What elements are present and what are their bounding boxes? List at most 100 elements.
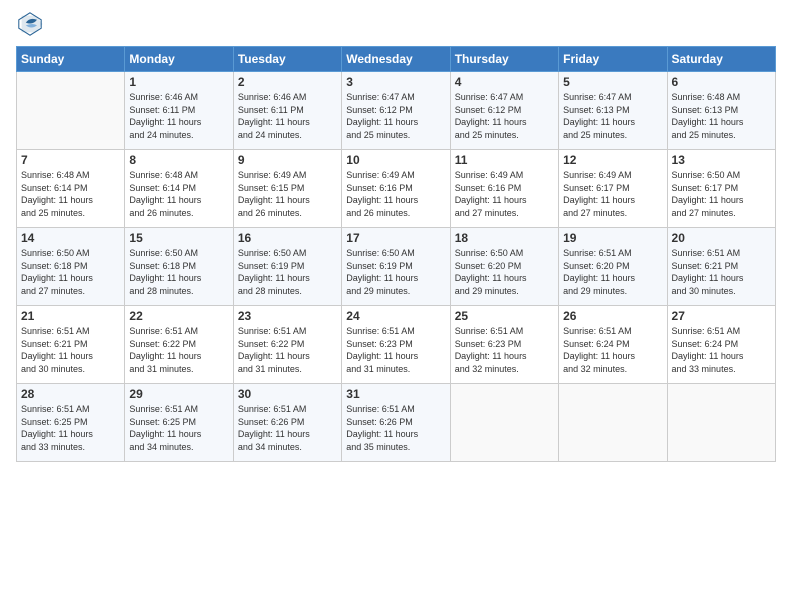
calendar-cell: 15Sunrise: 6:50 AM Sunset: 6:18 PM Dayli… — [125, 228, 233, 306]
day-info: Sunrise: 6:51 AM Sunset: 6:24 PM Dayligh… — [563, 325, 662, 375]
calendar-cell: 29 Sunrise: 6:51 AM Sunset: 6:25 PM Dayli… — [125, 384, 233, 462]
calendar-cell: 19 Sunrise: 6:51 AM Sunset: 6:20 PM Dayli… — [559, 228, 667, 306]
day-info: Sunrise: 6:47 AM Sunset: 6:13 PM Dayligh… — [563, 91, 662, 141]
day-info: Sunrise: 6:46 AM Sunset: 6:11 PM Dayligh… — [238, 91, 337, 141]
day-info: Sunrise: 6:49 AM Sunset: 6:16 PM Dayligh… — [346, 169, 445, 219]
header-thursday: Thursday — [450, 47, 558, 72]
day-number: 24 — [346, 309, 445, 323]
day-info: Sunrise: 6:50 AM Sunset: 6:20 PM Dayligh… — [455, 247, 554, 297]
day-info: Sunrise: 6:47 AM Sunset: 6:12 PM Dayligh… — [455, 91, 554, 141]
calendar-cell: 7 Sunrise: 6:48 AM Sunset: 6:14 PM Daylig… — [17, 150, 125, 228]
calendar-cell: 27 Sunrise: 6:51 AM Sunset: 6:24 PM Dayli… — [667, 306, 775, 384]
day-info: Sunrise: 6:51 AM Sunset: 6:21 PM Dayligh… — [21, 325, 120, 375]
day-info: Sunrise: 6:51 AM Sunset: 6:23 PM Dayligh… — [346, 325, 445, 375]
calendar-cell: 1 Sunrise: 6:46 AM Sunset: 6:11 PM Daylig… — [125, 72, 233, 150]
header-row: SundayMondayTuesdayWednesdayThursdayFrid… — [17, 47, 776, 72]
calendar-cell: 4 Sunrise: 6:47 AM Sunset: 6:12 PM Daylig… — [450, 72, 558, 150]
day-number: 25 — [455, 309, 554, 323]
header-saturday: Saturday — [667, 47, 775, 72]
day-number: 31 — [346, 387, 445, 401]
week-row-4: 28Sunrise: 6:51 AM Sunset: 6:25 PM Dayli… — [17, 384, 776, 462]
week-row-1: 7 Sunrise: 6:48 AM Sunset: 6:14 PM Daylig… — [17, 150, 776, 228]
day-number: 22 — [129, 309, 228, 323]
week-row-0: 1 Sunrise: 6:46 AM Sunset: 6:11 PM Daylig… — [17, 72, 776, 150]
week-row-3: 21Sunrise: 6:51 AM Sunset: 6:21 PM Dayli… — [17, 306, 776, 384]
calendar-cell: 8 Sunrise: 6:48 AM Sunset: 6:14 PM Daylig… — [125, 150, 233, 228]
logo-area — [16, 10, 46, 38]
day-info: Sunrise: 6:51 AM Sunset: 6:25 PM Dayligh… — [129, 403, 228, 453]
calendar-cell: 25 Sunrise: 6:51 AM Sunset: 6:23 PM Dayli… — [450, 306, 558, 384]
day-info: Sunrise: 6:46 AM Sunset: 6:11 PM Dayligh… — [129, 91, 228, 141]
day-info: Sunrise: 6:49 AM Sunset: 6:17 PM Dayligh… — [563, 169, 662, 219]
header-friday: Friday — [559, 47, 667, 72]
day-number: 12 — [563, 153, 662, 167]
header — [16, 10, 776, 38]
calendar-cell: 13 Sunrise: 6:50 AM Sunset: 6:17 PM Dayli… — [667, 150, 775, 228]
calendar-cell: 2Sunrise: 6:46 AM Sunset: 6:11 PM Daylig… — [233, 72, 341, 150]
day-number: 5 — [563, 75, 662, 89]
day-info: Sunrise: 6:51 AM Sunset: 6:26 PM Dayligh… — [346, 403, 445, 453]
calendar-cell — [559, 384, 667, 462]
calendar-cell: 20Sunrise: 6:51 AM Sunset: 6:21 PM Dayli… — [667, 228, 775, 306]
day-number: 6 — [672, 75, 771, 89]
day-info: Sunrise: 6:48 AM Sunset: 6:14 PM Dayligh… — [129, 169, 228, 219]
calendar-cell: 3 Sunrise: 6:47 AM Sunset: 6:12 PM Daylig… — [342, 72, 450, 150]
day-info: Sunrise: 6:50 AM Sunset: 6:19 PM Dayligh… — [238, 247, 337, 297]
day-info: Sunrise: 6:50 AM Sunset: 6:17 PM Dayligh… — [672, 169, 771, 219]
calendar-cell: 30Sunrise: 6:51 AM Sunset: 6:26 PM Dayli… — [233, 384, 341, 462]
calendar-cell — [450, 384, 558, 462]
calendar-cell: 24 Sunrise: 6:51 AM Sunset: 6:23 PM Dayli… — [342, 306, 450, 384]
calendar-cell — [17, 72, 125, 150]
page: SundayMondayTuesdayWednesdayThursdayFrid… — [0, 0, 792, 612]
header-sunday: Sunday — [17, 47, 125, 72]
calendar-cell: 22 Sunrise: 6:51 AM Sunset: 6:22 PM Dayli… — [125, 306, 233, 384]
calendar-cell: 17 Sunrise: 6:50 AM Sunset: 6:19 PM Dayli… — [342, 228, 450, 306]
calendar-cell: 23 Sunrise: 6:51 AM Sunset: 6:22 PM Dayli… — [233, 306, 341, 384]
day-number: 19 — [563, 231, 662, 245]
header-wednesday: Wednesday — [342, 47, 450, 72]
day-info: Sunrise: 6:51 AM Sunset: 6:23 PM Dayligh… — [455, 325, 554, 375]
calendar-cell: 26Sunrise: 6:51 AM Sunset: 6:24 PM Dayli… — [559, 306, 667, 384]
calendar-cell: 11 Sunrise: 6:49 AM Sunset: 6:16 PM Dayli… — [450, 150, 558, 228]
day-number: 23 — [238, 309, 337, 323]
day-number: 18 — [455, 231, 554, 245]
day-number: 27 — [672, 309, 771, 323]
day-info: Sunrise: 6:47 AM Sunset: 6:12 PM Dayligh… — [346, 91, 445, 141]
day-number: 4 — [455, 75, 554, 89]
calendar-cell: 18 Sunrise: 6:50 AM Sunset: 6:20 PM Dayli… — [450, 228, 558, 306]
day-info: Sunrise: 6:51 AM Sunset: 6:24 PM Dayligh… — [672, 325, 771, 375]
day-number: 14 — [21, 231, 120, 245]
calendar-cell: 21Sunrise: 6:51 AM Sunset: 6:21 PM Dayli… — [17, 306, 125, 384]
day-info: Sunrise: 6:51 AM Sunset: 6:21 PM Dayligh… — [672, 247, 771, 297]
day-info: Sunrise: 6:51 AM Sunset: 6:20 PM Dayligh… — [563, 247, 662, 297]
day-number: 17 — [346, 231, 445, 245]
day-number: 1 — [129, 75, 228, 89]
calendar-cell: 6Sunrise: 6:48 AM Sunset: 6:13 PM Daylig… — [667, 72, 775, 150]
day-info: Sunrise: 6:50 AM Sunset: 6:19 PM Dayligh… — [346, 247, 445, 297]
day-number: 11 — [455, 153, 554, 167]
day-info: Sunrise: 6:50 AM Sunset: 6:18 PM Dayligh… — [129, 247, 228, 297]
day-number: 9 — [238, 153, 337, 167]
day-number: 16 — [238, 231, 337, 245]
day-number: 7 — [21, 153, 120, 167]
day-number: 10 — [346, 153, 445, 167]
day-number: 8 — [129, 153, 228, 167]
day-number: 3 — [346, 75, 445, 89]
day-info: Sunrise: 6:51 AM Sunset: 6:22 PM Dayligh… — [129, 325, 228, 375]
day-info: Sunrise: 6:49 AM Sunset: 6:16 PM Dayligh… — [455, 169, 554, 219]
calendar-cell: 12 Sunrise: 6:49 AM Sunset: 6:17 PM Dayli… — [559, 150, 667, 228]
calendar-cell: 5 Sunrise: 6:47 AM Sunset: 6:13 PM Daylig… — [559, 72, 667, 150]
calendar-table: SundayMondayTuesdayWednesdayThursdayFrid… — [16, 46, 776, 462]
day-number: 13 — [672, 153, 771, 167]
day-info: Sunrise: 6:51 AM Sunset: 6:25 PM Dayligh… — [21, 403, 120, 453]
calendar-cell: 10 Sunrise: 6:49 AM Sunset: 6:16 PM Dayli… — [342, 150, 450, 228]
day-info: Sunrise: 6:49 AM Sunset: 6:15 PM Dayligh… — [238, 169, 337, 219]
day-info: Sunrise: 6:51 AM Sunset: 6:22 PM Dayligh… — [238, 325, 337, 375]
calendar-body: 1 Sunrise: 6:46 AM Sunset: 6:11 PM Daylig… — [17, 72, 776, 462]
calendar-cell: 28Sunrise: 6:51 AM Sunset: 6:25 PM Dayli… — [17, 384, 125, 462]
day-info: Sunrise: 6:48 AM Sunset: 6:14 PM Dayligh… — [21, 169, 120, 219]
day-number: 30 — [238, 387, 337, 401]
calendar-cell — [667, 384, 775, 462]
logo-icon — [16, 10, 44, 38]
day-number: 29 — [129, 387, 228, 401]
